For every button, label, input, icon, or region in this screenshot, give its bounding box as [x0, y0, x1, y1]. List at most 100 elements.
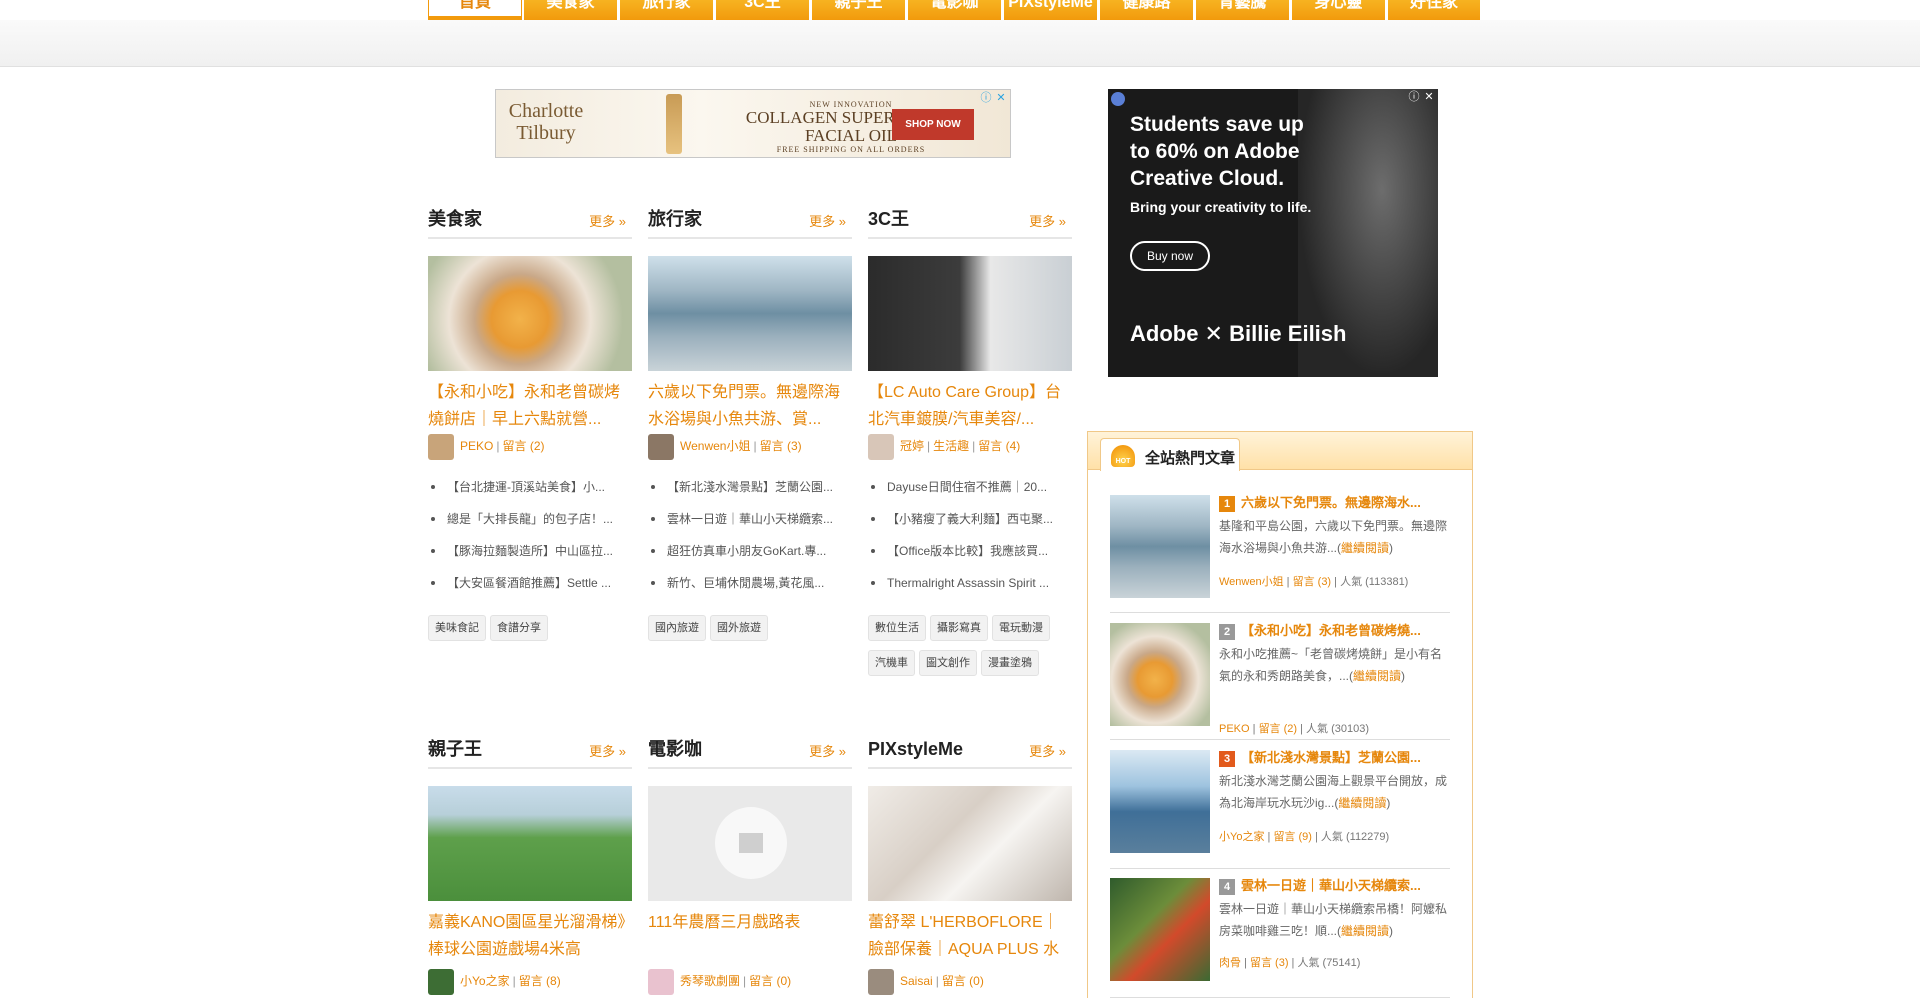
- avatar[interactable]: [428, 433, 454, 460]
- post-thumbnail[interactable]: [428, 786, 632, 901]
- read-more-link[interactable]: 繼續閱讀: [1341, 541, 1389, 555]
- ad-buy-now-button[interactable]: Buy now: [1130, 241, 1210, 271]
- post-thumbnail[interactable]: [868, 786, 1072, 901]
- comments-link[interactable]: 留言 (8): [519, 974, 561, 988]
- author-link[interactable]: 小Yo之家: [460, 974, 510, 988]
- author-link[interactable]: Wenwen小姐: [1219, 576, 1284, 588]
- more-link[interactable]: 更多 »: [809, 741, 846, 760]
- list-item[interactable]: 【Office版本比較】我應該買...: [868, 535, 1072, 567]
- tag[interactable]: 攝影寫真: [930, 615, 988, 641]
- post-title[interactable]: 111年農曆三月戲路表: [648, 909, 852, 963]
- ad-shop-now-button[interactable]: SHOP NOW: [892, 109, 974, 140]
- comments-link[interactable]: 留言 (0): [942, 974, 984, 988]
- list-item[interactable]: 【新北淺水灣景點】芝蘭公園...: [648, 471, 852, 503]
- hot-item-title[interactable]: 【新北淺水灣景點】芝蘭公園...: [1241, 748, 1449, 768]
- nav-tab-food[interactable]: 美食家: [524, 0, 618, 20]
- post-title[interactable]: 六歲以下免門票。無邊際海水浴場與小魚共游、賞...: [648, 379, 852, 433]
- post-thumbnail[interactable]: [868, 256, 1072, 371]
- author-link[interactable]: 小Yo之家: [1219, 831, 1264, 843]
- author-link[interactable]: Saisai: [900, 974, 933, 988]
- avatar[interactable]: [648, 968, 674, 995]
- author-link[interactable]: PEKO: [460, 439, 493, 453]
- list-item[interactable]: 【小豬瘦了義大利麵】西屯聚...: [868, 503, 1072, 535]
- read-more-link[interactable]: 繼續閱讀: [1353, 669, 1401, 683]
- category-title[interactable]: 3C王: [868, 207, 909, 231]
- comments-link[interactable]: 留言 (3): [1293, 576, 1332, 588]
- more-link[interactable]: 更多 »: [589, 741, 626, 760]
- category-title[interactable]: 旅行家: [648, 207, 702, 231]
- ad-close-icon[interactable]: ✕: [1423, 91, 1435, 103]
- ad-info-icon[interactable]: ⓘ: [980, 92, 992, 104]
- nav-tab-parenting[interactable]: 親子王: [812, 0, 906, 20]
- avatar[interactable]: [868, 433, 894, 460]
- author-link[interactable]: 秀琴歌劇團: [680, 974, 740, 988]
- hot-item-thumbnail[interactable]: [1110, 750, 1210, 853]
- tag[interactable]: 數位生活: [868, 615, 926, 641]
- more-link[interactable]: 更多 »: [1029, 741, 1066, 760]
- ad-info-icon[interactable]: ⓘ: [1408, 91, 1420, 103]
- nav-tab-pixstyleme[interactable]: PIXstyleMe: [1004, 0, 1098, 20]
- list-item[interactable]: 總是「大排長龍」的包子店！...: [428, 503, 632, 535]
- tag[interactable]: 國外旅遊: [710, 615, 768, 641]
- comments-link[interactable]: 留言 (3): [760, 439, 802, 453]
- tag[interactable]: 汽機車: [868, 650, 915, 676]
- tag[interactable]: 漫畫塗鴉: [981, 650, 1039, 676]
- nav-tab-movie[interactable]: 電影咖: [908, 0, 1002, 20]
- hot-item-title[interactable]: 雲林一日遊｜華山小天梯纜索...: [1241, 876, 1449, 896]
- read-more-link[interactable]: 繼續閱讀: [1341, 924, 1389, 938]
- list-item[interactable]: Dayuse日間住宿不推薦｜20...: [868, 471, 1072, 503]
- post-title[interactable]: 【LC Auto Care Group】台北汽車鍍膜/汽車美容/...: [868, 379, 1072, 433]
- nav-tab-travel[interactable]: 旅行家: [620, 0, 714, 20]
- author-link[interactable]: Wenwen小姐: [680, 439, 750, 453]
- post-title[interactable]: 蕾舒翠 L'HERBOFLORE｜臉部保養｜AQUA PLUS 水: [868, 909, 1072, 963]
- nav-tab-3c[interactable]: 3C王: [716, 0, 810, 20]
- hot-item-title[interactable]: 【永和小吃】永和老曾碳烤燒...: [1241, 621, 1449, 641]
- category-title[interactable]: 電影咖: [648, 737, 702, 761]
- list-item[interactable]: Thermalright Assassin Spirit ...: [868, 567, 1072, 599]
- category-title[interactable]: PIXstyleMe: [868, 737, 963, 761]
- hot-item-thumbnail[interactable]: [1110, 495, 1210, 598]
- nav-tab-mind[interactable]: 身心靈: [1292, 0, 1386, 20]
- list-item[interactable]: 雲林一日遊｜華山小天梯纜索...: [648, 503, 852, 535]
- comments-link[interactable]: 留言 (4): [978, 439, 1020, 453]
- comments-link[interactable]: 留言 (3): [1250, 957, 1289, 969]
- ad-close-icon[interactable]: ✕: [995, 92, 1007, 104]
- more-link[interactable]: 更多 »: [809, 211, 846, 230]
- post-thumbnail[interactable]: [428, 256, 632, 371]
- tag[interactable]: 電玩動漫: [992, 615, 1050, 641]
- nav-tab-arts[interactable]: 青藝騰: [1196, 0, 1290, 20]
- nav-tab-home-living[interactable]: 好住家: [1388, 0, 1481, 20]
- post-title[interactable]: 【永和小吃】永和老曾碳烤燒餅店｜早上六點就營...: [428, 379, 632, 433]
- list-item[interactable]: 【豚海拉麵製造所】中山區拉...: [428, 535, 632, 567]
- category-link[interactable]: 生活趣: [933, 439, 969, 453]
- category-title[interactable]: 親子王: [428, 737, 482, 761]
- list-item[interactable]: 【大安區餐酒館推薦】Settle ...: [428, 567, 632, 599]
- avatar[interactable]: [648, 433, 674, 460]
- more-link[interactable]: 更多 »: [589, 211, 626, 230]
- avatar[interactable]: [868, 968, 894, 995]
- hot-item-title[interactable]: 六歲以下免門票。無邊際海水...: [1241, 493, 1449, 513]
- author-link[interactable]: 肉骨: [1219, 957, 1241, 969]
- author-link[interactable]: PEKO: [1219, 723, 1250, 735]
- author-link[interactable]: 冠婷: [900, 439, 924, 453]
- hot-item-thumbnail[interactable]: [1110, 878, 1210, 981]
- banner-ad[interactable]: Charlotte Tilbury NEW INNOVATION COLLAGE…: [495, 89, 1011, 158]
- comments-link[interactable]: 留言 (2): [1259, 723, 1298, 735]
- tag[interactable]: 食譜分享: [490, 615, 548, 641]
- post-thumbnail-placeholder[interactable]: [648, 786, 852, 901]
- tag[interactable]: 圖文創作: [919, 650, 977, 676]
- list-item[interactable]: 新竹、巨埔休閒農場,黃花風...: [648, 567, 852, 599]
- post-title[interactable]: 嘉義KANO園區星光溜滑梯》棒球公園遊戲場4米高: [428, 909, 632, 963]
- read-more-link[interactable]: 繼續閱讀: [1338, 796, 1386, 810]
- comments-link[interactable]: 留言 (2): [502, 439, 544, 453]
- more-link[interactable]: 更多 »: [1029, 211, 1066, 230]
- comments-link[interactable]: 留言 (0): [749, 974, 791, 988]
- tag[interactable]: 美味食記: [428, 615, 486, 641]
- hot-item-thumbnail[interactable]: [1110, 623, 1210, 726]
- nav-tab-home[interactable]: 首頁: [428, 0, 522, 20]
- comments-link[interactable]: 留言 (9): [1273, 831, 1312, 843]
- nav-tab-health[interactable]: 健康路: [1100, 0, 1194, 20]
- avatar[interactable]: [428, 968, 454, 995]
- list-item[interactable]: 【台北捷運-頂溪站美食】小...: [428, 471, 632, 503]
- tag[interactable]: 國內旅遊: [648, 615, 706, 641]
